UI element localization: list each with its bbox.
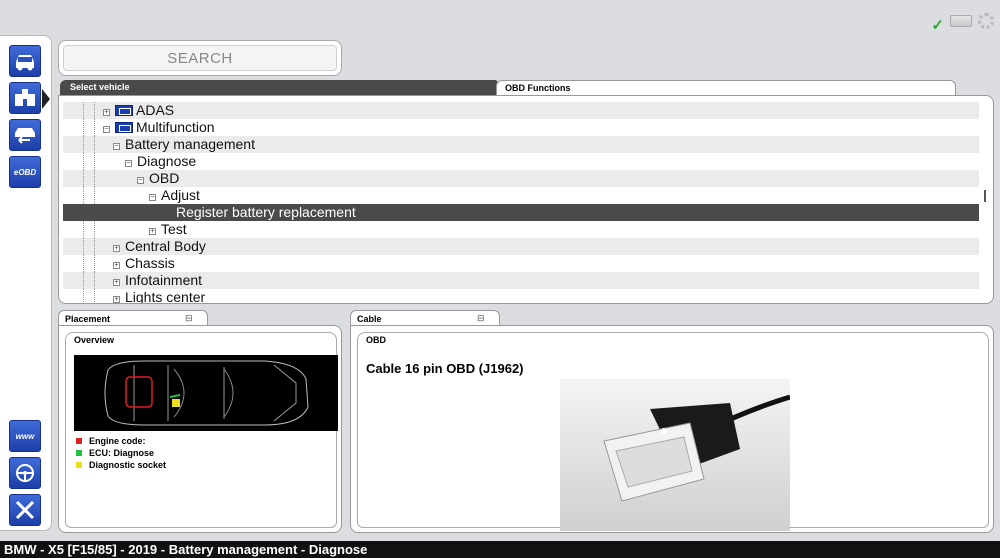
eobd-label: eOBD <box>13 167 37 177</box>
expand-icon[interactable]: + <box>113 279 120 286</box>
collapse-icon[interactable]: − <box>137 177 144 184</box>
expand-icon[interactable]: + <box>149 228 156 235</box>
check-icon: ✓ <box>931 17 944 34</box>
tab-placement[interactable]: Placement ⊟ <box>58 310 208 326</box>
tree-row-label: Infotainment <box>125 272 203 288</box>
obd-connector-image <box>560 379 791 531</box>
tree-row-test[interactable]: + Test <box>63 221 979 238</box>
expand-icon[interactable]: + <box>113 245 120 252</box>
collapse-icon[interactable]: − <box>149 194 156 201</box>
legend-item-socket: Diagnostic socket <box>76 459 166 471</box>
tree-row-chassis[interactable]: + Chassis <box>63 255 979 272</box>
obd-box: OBD Cable 16 pin OBD (J1962) <box>357 332 989 531</box>
folder-icon <box>115 105 133 116</box>
car-swap-button[interactable] <box>9 119 41 151</box>
tree-row-adas[interactable]: + ADAS <box>63 102 979 119</box>
status-bar: BMW - X5 [F15/85] - 2019 - Battery manag… <box>0 541 1000 558</box>
tab-select-vehicle[interactable]: Select vehicle <box>60 80 510 96</box>
status-area: ✓ <box>931 8 994 34</box>
placement-tab-label: Placement <box>65 314 111 324</box>
legend-item-ecu: ECU: Diagnose <box>76 447 166 459</box>
tree-row-label: ADAS <box>136 102 175 118</box>
cable-title: Cable 16 pin OBD (J1962) <box>366 361 524 376</box>
tree-row-central-body[interactable]: + Central Body <box>63 238 979 255</box>
green-swatch <box>76 450 82 456</box>
exit-button[interactable] <box>9 494 41 526</box>
vehicle-diagnosis-icon <box>15 89 35 106</box>
vehicle-diagnosis-button[interactable] <box>9 82 41 114</box>
tree-row-label: Test <box>161 221 187 237</box>
cable-tab-label: Cable <box>357 314 382 324</box>
tree-row-multifunction[interactable]: − Multifunction <box>63 119 979 136</box>
tab-obd-functions[interactable]: OBD Functions <box>496 80 956 96</box>
expand-icon[interactable]: + <box>113 296 120 303</box>
tree-row-infotainment[interactable]: + Infotainment <box>63 272 979 289</box>
tree-row-label: Register battery replacement <box>176 204 356 220</box>
car-top-view-image <box>74 355 338 431</box>
collapse-icon[interactable]: − <box>103 126 110 133</box>
tree-row-label: Multifunction <box>136 119 215 135</box>
tab-cable[interactable]: Cable ⊟ <box>350 310 500 326</box>
tree-row-register-battery-replacement[interactable]: Register battery replacement <box>63 204 979 221</box>
minimize-icon[interactable]: ⊟ <box>185 313 193 324</box>
red-swatch <box>76 438 82 444</box>
eobd-button[interactable]: eOBD <box>9 156 41 188</box>
www-label: www <box>15 431 35 441</box>
overview-label: Overview <box>74 335 115 345</box>
tree-row-diagnose[interactable]: − Diagnose <box>63 153 979 170</box>
expand-icon[interactable]: + <box>113 262 120 269</box>
obd-label: OBD <box>366 335 386 345</box>
steering-wheel-icon <box>16 464 34 482</box>
scrollbar-thumb[interactable] <box>984 190 986 202</box>
battery-icon <box>950 15 972 27</box>
car-swap-icon <box>15 128 35 144</box>
selected-indicator <box>42 89 50 109</box>
folder-icon <box>115 122 133 133</box>
sidebar: eOBD www <box>0 35 52 531</box>
collapse-icon[interactable]: − <box>125 160 132 167</box>
minimize-icon[interactable]: ⊟ <box>477 313 485 324</box>
tree-row-label: Chassis <box>125 255 175 271</box>
cable-panel: OBD Cable 16 pin OBD (J1962) <box>350 325 994 533</box>
collapse-icon[interactable]: − <box>113 143 120 150</box>
steering-wheel-button[interactable] <box>9 457 41 489</box>
placement-panel: Overview Engine code: ECU: Diagnose Diag… <box>58 325 342 533</box>
legend-item-engine-code: Engine code: <box>76 435 166 447</box>
spinner-icon <box>978 13 994 29</box>
yellow-swatch <box>76 462 82 468</box>
overview-box: Overview Engine code: ECU: Diagnose Diag… <box>65 332 338 528</box>
expand-icon[interactable]: + <box>103 109 110 116</box>
search-input[interactable] <box>64 49 336 67</box>
close-icon <box>15 500 35 520</box>
tree-row-obd[interactable]: − OBD <box>63 170 979 187</box>
search-box <box>58 40 342 76</box>
tree-list: + ADAS − Multifunction − Battery management… <box>63 102 979 304</box>
placement-legend: Engine code: ECU: Diagnose Diagnostic so… <box>76 435 166 471</box>
www-button[interactable]: www <box>9 420 41 452</box>
tree-row-label: Central Body <box>125 238 206 254</box>
tree-row-label: Diagnose <box>137 153 197 169</box>
tree-row-label: OBD <box>149 170 180 186</box>
car-button[interactable] <box>9 45 41 77</box>
tree-row-label: Adjust <box>161 187 200 203</box>
tree-row-label: Battery management <box>125 136 255 152</box>
car-icon <box>16 55 34 71</box>
tree-row-adjust[interactable]: − Adjust <box>63 187 979 204</box>
search-field-frame <box>63 45 337 71</box>
vehicle-tree-panel: + ADAS − Multifunction − Battery management… <box>58 95 994 304</box>
tree-row-label: Lights center <box>125 289 206 304</box>
tree-scrollbar[interactable] <box>979 102 989 298</box>
tree-row-battery-management[interactable]: − Battery management <box>63 136 979 153</box>
tree-row-lights-center[interactable]: + Lights center <box>63 289 979 304</box>
